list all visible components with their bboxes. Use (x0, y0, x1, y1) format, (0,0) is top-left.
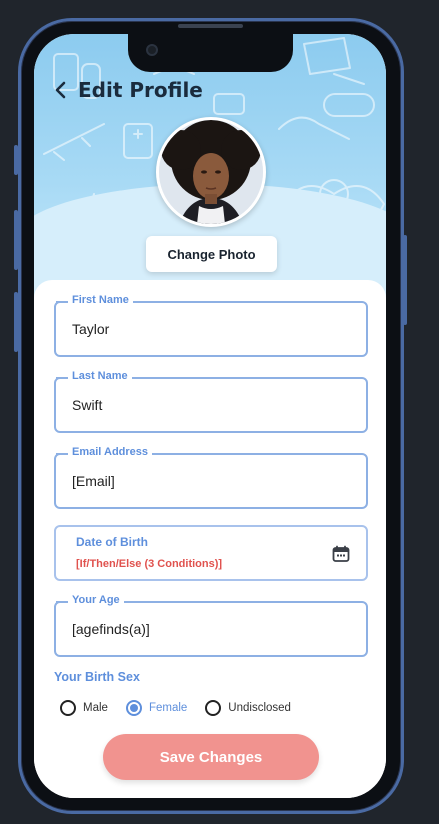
radio-female[interactable] (125, 700, 142, 716)
radio-label-female: Female (148, 702, 188, 714)
birth-sex-title: Your Birth Sex (54, 670, 140, 684)
phone-speaker (178, 24, 243, 28)
radio-label-undisclosed: Undisclosed (228, 702, 291, 714)
email-value: [Email] (72, 473, 115, 489)
profile-avatar[interactable] (156, 117, 266, 227)
date-of-birth-label: Date of Birth (76, 535, 148, 549)
change-photo-button[interactable]: Change Photo (146, 236, 277, 272)
phone-side-button (403, 235, 407, 325)
app-stage: Edit Profile Change Photo First Name Tay… (0, 0, 439, 824)
email-label: Email Address (55, 446, 153, 458)
radio-option-undisclosed[interactable]: Undisclosed (205, 700, 291, 716)
front-camera (146, 44, 158, 56)
back-chevron-icon[interactable] (50, 79, 72, 101)
date-of-birth-value: [If/Then/Else (3 Conditions)] (76, 558, 223, 570)
save-changes-button[interactable]: Save Changes (103, 734, 319, 780)
calendar-icon[interactable] (332, 545, 350, 567)
radio-undisclosed[interactable] (205, 700, 222, 716)
birth-sex-radio-group: Male Female Undisclosed (60, 700, 309, 716)
email-field[interactable]: Email Address [Email] (54, 446, 368, 509)
radio-option-male[interactable]: Male (60, 700, 108, 716)
top-bar: Edit Profile (50, 78, 203, 102)
age-field[interactable]: Your Age [agefinds(a)] (54, 594, 368, 657)
edit-profile-form: First Name Taylor Last Name Swift Email … (34, 280, 386, 798)
radio-label-male: Male (83, 702, 108, 714)
date-of-birth-field[interactable]: Date of Birth [If/Then/Else (3 Condition… (54, 525, 368, 581)
age-value: [agefinds(a)] (72, 621, 150, 637)
age-label: Your Age (56, 594, 124, 606)
phone-side-button (14, 292, 18, 352)
phone-side-button (14, 210, 18, 270)
first-name-label: First Name (56, 294, 133, 306)
last-name-value: Swift (72, 397, 103, 413)
phone-screen: Edit Profile Change Photo First Name Tay… (34, 34, 386, 798)
phone-side-button (14, 145, 18, 175)
last-name-label: Last Name (56, 370, 132, 382)
first-name-value: Taylor (72, 321, 110, 337)
radio-option-female[interactable]: Female (125, 700, 188, 716)
page-title: Edit Profile (78, 78, 203, 102)
last-name-field[interactable]: Last Name Swift (54, 370, 368, 433)
radio-male[interactable] (60, 700, 76, 716)
first-name-field[interactable]: First Name Taylor (54, 294, 368, 357)
